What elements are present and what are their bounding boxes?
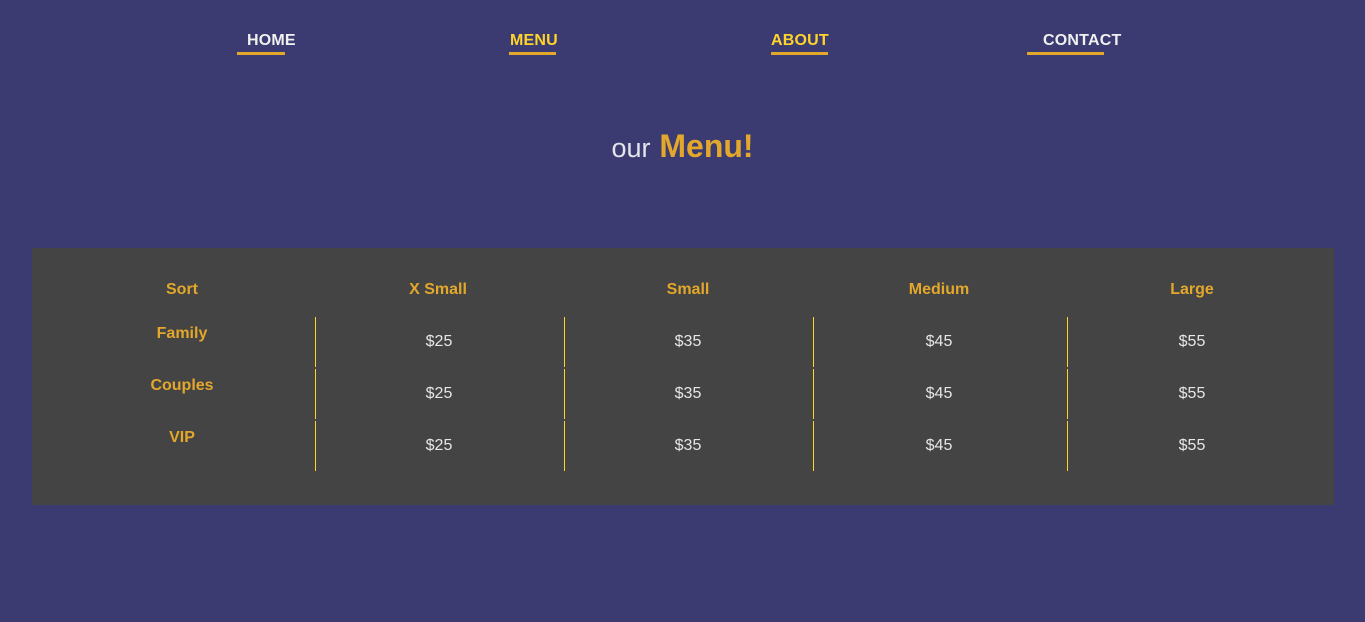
row-label-family: Family (156, 325, 208, 342)
nav-link-menu[interactable]: MENU (509, 32, 558, 55)
column-divider (315, 421, 316, 471)
price-cell: $25 (425, 437, 453, 454)
nav-link-menu-label: MENU (510, 32, 558, 49)
page-title-prefix: our (611, 133, 651, 163)
price-cell: $25 (425, 385, 453, 402)
price-cell: $35 (674, 385, 702, 402)
nav-link-contact-label: CONTACT (1043, 32, 1122, 49)
column-header-sort: Sort (166, 281, 198, 298)
price-cell: $45 (925, 437, 953, 454)
row-label-couples: Couples (150, 377, 214, 394)
menu-price-table: Sort X Small Small Medium Large Family $… (32, 248, 1334, 505)
price-cell: $55 (1178, 385, 1206, 402)
column-divider (1067, 317, 1068, 367)
nav-underline (237, 52, 285, 55)
price-cell: $25 (425, 333, 453, 350)
column-divider (813, 421, 814, 471)
nav-link-contact[interactable]: CONTACT (1027, 32, 1122, 55)
column-divider (813, 369, 814, 419)
price-cell: $45 (925, 385, 953, 402)
column-divider (564, 317, 565, 367)
column-divider (1067, 369, 1068, 419)
nav-underline (771, 52, 828, 55)
price-cell: $35 (674, 437, 702, 454)
price-cell: $35 (674, 333, 702, 350)
page-title: our Menu! (0, 128, 1365, 165)
main-nav: HOME MENU ABOUT CONTACT (0, 0, 1365, 70)
column-divider (315, 317, 316, 367)
column-header-large: Large (1170, 281, 1214, 298)
column-divider (564, 369, 565, 419)
page-title-main: Menu! (659, 128, 754, 164)
column-header-medium: Medium (908, 281, 970, 298)
price-cell: $55 (1178, 437, 1206, 454)
column-header-x-small: X Small (409, 281, 467, 298)
column-divider (315, 369, 316, 419)
nav-underline (509, 52, 556, 55)
row-label-vip: VIP (169, 429, 195, 446)
nav-link-home-label: HOME (247, 32, 296, 49)
nav-link-home[interactable]: HOME (237, 32, 296, 55)
price-cell: $55 (1178, 333, 1206, 350)
column-header-small: Small (666, 281, 710, 298)
column-divider (813, 317, 814, 367)
nav-underline (1027, 52, 1104, 55)
column-divider (564, 421, 565, 471)
price-cell: $45 (925, 333, 953, 350)
nav-link-about-label: ABOUT (771, 32, 829, 49)
nav-link-about[interactable]: ABOUT (771, 32, 829, 55)
column-divider (1067, 421, 1068, 471)
